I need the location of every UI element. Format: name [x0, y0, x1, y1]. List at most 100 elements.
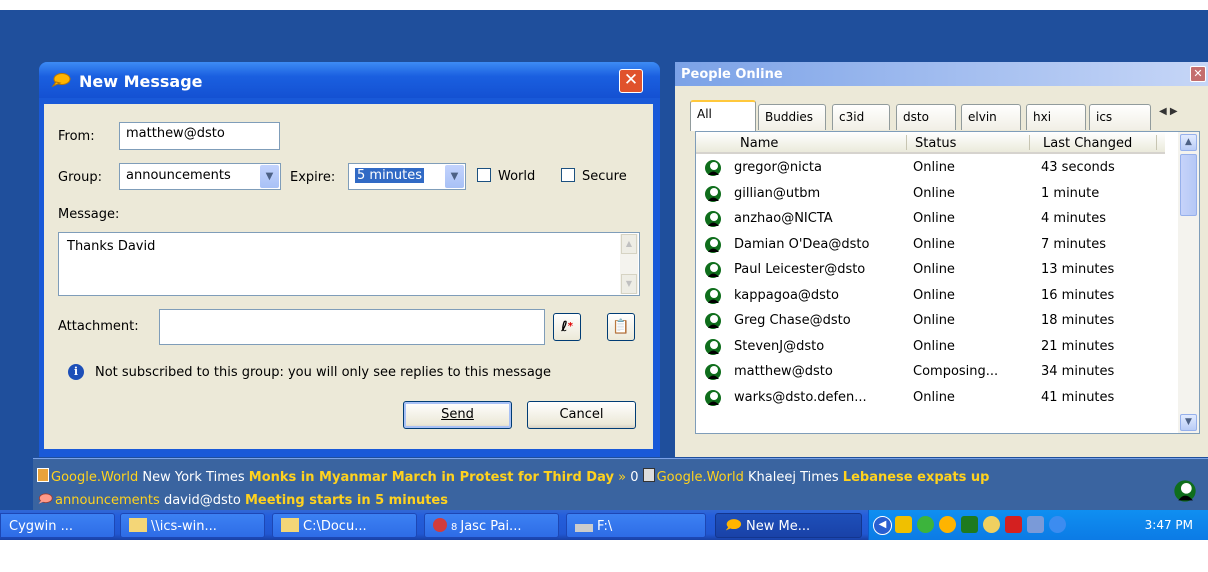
scroll-down-icon[interactable]: ▼ [621, 274, 637, 294]
taskbar-item-cygwin[interactable]: Cygwin ... [0, 513, 115, 538]
audio-icon[interactable] [1049, 516, 1066, 533]
tab-label: c3id [839, 110, 865, 124]
tab-label: Buddies [765, 110, 814, 124]
paste-button[interactable]: 📋 [607, 313, 635, 341]
taskbar-item-ics-win[interactable]: \\ics-win... [120, 513, 265, 538]
tab-hxi[interactable]: hxi [1026, 104, 1086, 130]
attachment-field[interactable] [159, 309, 545, 345]
lock-icon[interactable] [983, 516, 1000, 533]
user-avatar-icon [705, 262, 721, 278]
flag-icon[interactable] [1005, 516, 1022, 533]
network-folder-icon [129, 518, 147, 532]
paperclip-icon: ℓ* [561, 319, 573, 335]
row-name: Damian O'Dea@dsto [734, 236, 870, 252]
row-name: anzhao@NICTA [734, 211, 833, 226]
scroll-up-icon[interactable]: ▲ [1180, 134, 1197, 151]
row-status: Online [913, 389, 955, 405]
chat-bubble-icon [38, 493, 53, 504]
tab-elvin[interactable]: elvin [961, 104, 1021, 130]
taskbar-item-documents[interactable]: C:\Docu... [272, 513, 417, 538]
user-avatar-icon [705, 287, 721, 304]
secure-checkbox[interactable] [561, 168, 575, 182]
message-text: Thanks David [67, 239, 156, 254]
people-online-titlebar[interactable]: People Online ✕ [675, 62, 1208, 86]
avatar-icon[interactable] [1173, 479, 1197, 503]
taskbar-item-f-drive[interactable]: F:\ [566, 513, 706, 538]
ticker-headline[interactable]: Monks in Myanmar March in Protest for Th… [249, 470, 614, 485]
message-textarea[interactable]: Thanks David ▲ ▼ [58, 232, 640, 296]
table-row[interactable]: matthew@dsto Composing... 34 minutes [696, 360, 1165, 385]
message-scrollbar[interactable]: ▲ ▼ [620, 234, 638, 294]
attach-file-button[interactable]: ℓ* [553, 313, 581, 341]
column-status[interactable]: Status [915, 136, 956, 151]
taskbar-label: \\ics-win... [151, 519, 217, 534]
chevron-right-icon[interactable]: ▶ [1170, 106, 1178, 117]
cancel-button[interactable]: Cancel [527, 401, 636, 429]
row-last-changed: 43 seconds [1041, 160, 1115, 175]
new-message-titlebar[interactable]: New Message ✕ [39, 62, 660, 98]
table-row[interactable]: Paul Leicester@dsto Online 13 minutes [696, 258, 1165, 283]
taskbar-label: F:\ [597, 519, 613, 534]
taskbar-item-new-message[interactable]: New Me... [715, 513, 862, 538]
row-last-changed: 18 minutes [1041, 313, 1115, 328]
square-icon[interactable] [961, 516, 978, 533]
ticker-headline[interactable]: Meeting starts in 5 minutes [245, 493, 448, 508]
tab-label: All [697, 107, 712, 121]
tab-ics[interactable]: ics [1089, 104, 1151, 130]
scroll-up-icon[interactable]: ▲ [621, 234, 637, 254]
chat-bubble-icon[interactable] [939, 516, 956, 533]
tab-all[interactable]: All [690, 100, 756, 131]
people-list: Name Status Last Changed gregor@nicta Onl… [695, 131, 1200, 434]
new-message-body: From: matthew@dsto Group: announcements … [44, 104, 653, 449]
clock: 3:47 PM [1144, 518, 1193, 532]
close-icon[interactable]: ✕ [1190, 66, 1206, 82]
network-icon[interactable] [1027, 516, 1044, 533]
new-message-window: New Message ✕ From: matthew@dsto Group: … [39, 62, 660, 457]
tray-expand-icon[interactable]: ◀ [873, 516, 892, 535]
from-field[interactable]: matthew@dsto [119, 122, 280, 150]
tab-c3id[interactable]: c3id [832, 104, 890, 130]
scroll-down-icon[interactable]: ▼ [1180, 414, 1197, 431]
ticker-source: david@dsto [163, 493, 241, 508]
ticker-line-1[interactable]: Google.World New York Times Monks in Mya… [37, 468, 989, 485]
send-button-label: Send [441, 407, 474, 422]
world-checkbox[interactable] [477, 168, 491, 182]
table-row[interactable]: gillian@utbm Online 1 minute [696, 182, 1165, 207]
table-row[interactable]: Damian O'Dea@dsto Online 7 minutes [696, 233, 1165, 258]
secure-label: Secure [582, 169, 627, 184]
expire-select[interactable]: 5 minutes ▼ [348, 163, 466, 190]
taskbar-label: Cygwin ... [9, 519, 74, 534]
table-row[interactable]: anzhao@NICTA Online 4 minutes [696, 207, 1165, 232]
table-row[interactable]: kappagoa@dsto Online 16 minutes [696, 284, 1165, 309]
row-last-changed: 7 minutes [1041, 236, 1107, 252]
u3-icon[interactable] [895, 516, 912, 533]
taskbar-label: Jasc Pai... [460, 519, 522, 534]
group-select[interactable]: announcements ▼ [119, 163, 281, 190]
table-row[interactable]: StevenJ@dsto Online 21 minutes [696, 335, 1165, 360]
table-row[interactable]: warks@dsto.defen... Online 41 minutes [696, 386, 1165, 411]
scroll-thumb[interactable] [1180, 154, 1197, 216]
row-last-changed: 34 minutes [1041, 364, 1115, 379]
list-scrollbar[interactable]: ▲ ▼ [1178, 132, 1199, 433]
drive-icon [575, 524, 593, 532]
tab-dsto[interactable]: dsto [896, 104, 956, 130]
user-avatar-icon [705, 389, 721, 406]
tab-buddies[interactable]: Buddies [758, 104, 826, 130]
ticker-count: 0 [630, 470, 639, 485]
chevron-left-icon[interactable]: ◀ [1159, 106, 1167, 117]
table-row[interactable]: Greg Chase@dsto Online 18 minutes [696, 309, 1165, 334]
column-last-changed[interactable]: Last Changed [1043, 136, 1132, 151]
close-button[interactable]: ✕ [619, 69, 643, 93]
ticker-headline[interactable]: Lebanese expats up [843, 470, 990, 485]
tab-label: elvin [968, 110, 997, 124]
row-last-changed: 1 minute [1041, 185, 1100, 201]
antivirus-icon[interactable] [917, 516, 934, 533]
column-name[interactable]: Name [740, 136, 778, 151]
taskbar-item-jasc-paint[interactable]: 8 Jasc Pai... [424, 513, 559, 538]
send-button[interactable]: Send [403, 401, 512, 429]
row-name: StevenJ@dsto [734, 338, 825, 354]
row-name: matthew@dsto [734, 364, 833, 379]
ticker-line-2[interactable]: announcements david@dsto Meeting starts … [37, 493, 448, 508]
tab-scroll-arrows[interactable]: ◀ ▶ [1159, 106, 1199, 126]
table-row[interactable]: gregor@nicta Online 43 seconds [696, 156, 1165, 181]
